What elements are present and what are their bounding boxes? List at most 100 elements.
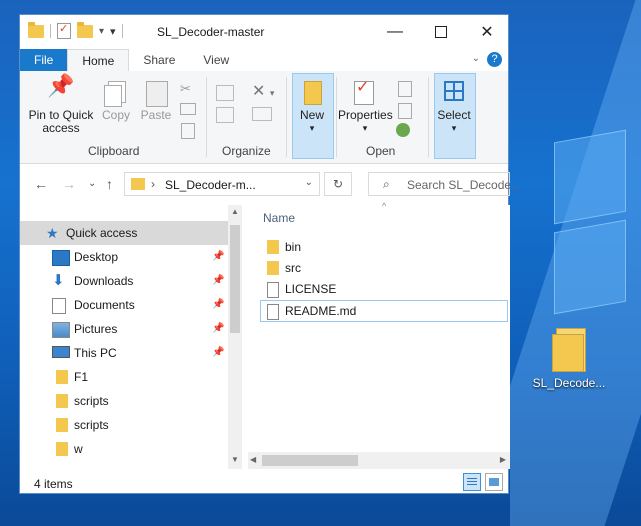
minimize-button[interactable]: —: [372, 15, 418, 49]
nav-item-scripts[interactable]: scripts: [20, 389, 228, 413]
nav-item-documents[interactable]: Documents 📌: [20, 293, 228, 317]
path-separator-icon: ›: [151, 177, 155, 191]
properties-button[interactable]: ✓ Properties ▾: [338, 79, 393, 135]
nav-item-desktop[interactable]: Desktop 📌: [20, 245, 228, 269]
copy-path-icon[interactable]: [180, 103, 196, 115]
search-box[interactable]: ⌕ Search SL_Decode...: [368, 172, 521, 196]
select-label: Select: [437, 108, 471, 122]
ribbon-collapse-icon[interactable]: ⌄: [472, 53, 480, 64]
scroll-right-icon[interactable]: ▶: [500, 455, 506, 464]
select-button[interactable]: Select ▾: [432, 79, 476, 135]
tab-home[interactable]: Home: [67, 49, 130, 71]
folder-icon: [56, 442, 68, 456]
scroll-down-icon[interactable]: ▼: [231, 455, 239, 464]
list-item[interactable]: bin: [263, 237, 403, 257]
nav-item-quick-access[interactable]: ★ Quick access: [20, 221, 228, 245]
folder-icon: [131, 178, 145, 190]
list-item[interactable]: src: [263, 258, 403, 278]
scrollbar-thumb[interactable]: [230, 225, 240, 333]
desktop-folder-sl-decoder[interactable]: SL_Decode...: [528, 328, 610, 390]
nav-item-this-pc[interactable]: This PC 📌: [20, 341, 228, 365]
dropdown-arrow-icon[interactable]: ▾: [110, 25, 116, 38]
properties-check-icon[interactable]: ✓: [57, 23, 71, 39]
copy-to-icon[interactable]: [216, 107, 234, 123]
customize-toolbar-icon[interactable]: ▾: [99, 26, 104, 37]
large-icons-view-icon: [489, 478, 499, 486]
nav-item-downloads[interactable]: ⬇ Downloads 📌: [20, 269, 228, 293]
scrollbar-thumb[interactable]: [262, 455, 358, 466]
quick-access-toolbar: ✓ ▾ ▾: [28, 21, 123, 39]
forward-icon[interactable]: →: [62, 176, 76, 192]
delete-icon[interactable]: ✕ ▾: [252, 81, 274, 101]
address-bar[interactable]: › SL_Decoder-m... ⌄: [124, 172, 320, 196]
address-dropdown-icon[interactable]: ⌄: [305, 177, 313, 188]
nav-label: Pictures: [74, 322, 118, 336]
rename-icon[interactable]: [252, 107, 272, 121]
pin-icon[interactable]: 📌: [212, 341, 224, 365]
search-icon: ⌕: [383, 177, 390, 191]
nav-label: w: [74, 442, 83, 456]
recent-locations-icon[interactable]: ⌄: [88, 178, 96, 189]
open-icon[interactable]: [398, 81, 412, 97]
cut-icon[interactable]: ✂: [180, 81, 191, 97]
item-count: 4 items: [34, 477, 73, 491]
pin-icon[interactable]: 📌: [212, 245, 224, 269]
paste-shortcut-icon[interactable]: [181, 123, 195, 139]
large-icons-view-button[interactable]: [485, 473, 503, 491]
edit-icon[interactable]: [398, 103, 412, 119]
tab-view[interactable]: View: [189, 49, 244, 71]
scroll-left-icon[interactable]: ◀: [250, 455, 256, 464]
new-folder-icon[interactable]: [77, 21, 93, 38]
ribbon-tabs: File Home Share View ⌄ ?: [20, 49, 508, 71]
pin-icon[interactable]: 📌: [212, 317, 224, 341]
list-item[interactable]: README.md: [260, 300, 508, 322]
copy-label: Copy: [101, 108, 130, 122]
computer-icon: [52, 346, 70, 358]
maximize-button[interactable]: [418, 15, 464, 49]
file-name: src: [285, 261, 301, 275]
close-button[interactable]: ✕: [464, 15, 510, 49]
nav-item-pictures[interactable]: Pictures 📌: [20, 317, 228, 341]
refresh-icon: ↻: [332, 177, 344, 191]
nav-label: scripts: [74, 394, 109, 408]
address-row: ← → ⌄ ↑ › SL_Decoder-m... ⌄ ↻ ⌕ Search S…: [20, 164, 521, 204]
maximize-icon: [435, 26, 447, 38]
nav-item-w[interactable]: w: [20, 437, 228, 461]
chevron-down-icon: ▾: [309, 123, 315, 133]
title-bar[interactable]: ✓ ▾ ▾ SL_Decoder-master — ✕: [20, 15, 508, 49]
copy-button[interactable]: Copy: [98, 79, 134, 122]
help-icon[interactable]: ?: [487, 52, 502, 67]
nav-item-f1[interactable]: F1: [20, 365, 228, 389]
close-icon: ✕: [480, 24, 494, 41]
pin-to-quick-access-button[interactable]: 📌 Pin to Quick access: [26, 75, 96, 135]
new-folder-icon: [292, 79, 332, 109]
nav-item-scripts-2[interactable]: scripts: [20, 413, 228, 437]
history-icon[interactable]: [396, 123, 410, 137]
tab-file[interactable]: File: [20, 49, 67, 71]
group-divider: [206, 77, 207, 157]
paste-button[interactable]: Paste: [138, 79, 174, 122]
tab-share[interactable]: Share: [129, 49, 190, 71]
chevron-down-icon: ▾: [451, 123, 457, 133]
nav-label: This PC: [74, 346, 117, 360]
back-icon[interactable]: ←: [34, 176, 48, 192]
nav-label: Desktop: [74, 250, 119, 264]
move-to-icon[interactable]: [216, 85, 234, 101]
list-item[interactable]: LICENSE: [263, 279, 403, 299]
star-icon: ★: [46, 225, 59, 241]
nav-scrollbar[interactable]: ▲ ▼: [228, 205, 242, 469]
column-header-name[interactable]: Name: [263, 211, 295, 225]
pin-icon[interactable]: 📌: [212, 293, 224, 317]
select-all-icon: [432, 79, 476, 109]
new-button[interactable]: New ▾: [292, 79, 332, 135]
nav-label: scripts: [74, 418, 109, 432]
up-icon[interactable]: ↑: [106, 176, 113, 192]
scroll-up-icon[interactable]: ▲: [231, 207, 239, 216]
horizontal-scrollbar[interactable]: ◀ ▶: [248, 452, 510, 469]
refresh-button[interactable]: ↻: [324, 172, 352, 196]
details-view-button[interactable]: [463, 473, 481, 491]
new-label: New: [299, 108, 324, 122]
navigation-pane: ★ Quick access Desktop 📌 ⬇ Downloads 📌 D…: [20, 205, 242, 469]
folder-icon: [267, 240, 279, 254]
pin-icon[interactable]: 📌: [212, 269, 224, 293]
